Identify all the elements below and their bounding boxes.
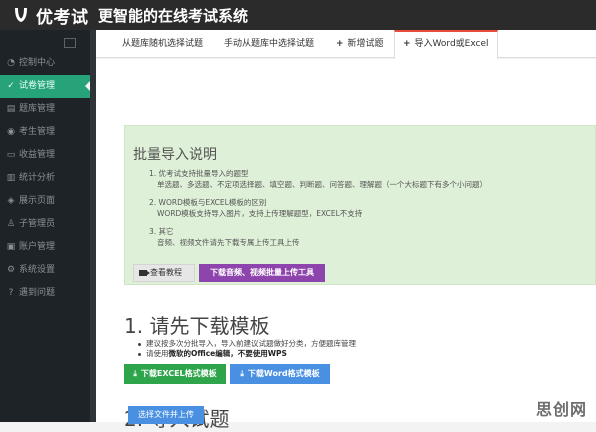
sidebar-item-exam-management[interactable]: ✓ 试卷管理 bbox=[0, 75, 90, 98]
video-camera-icon bbox=[139, 270, 150, 276]
tab-label: 导入Word或Excel bbox=[414, 39, 489, 49]
logo-icon bbox=[15, 8, 27, 22]
notice-line: 音频、视频文件请先下载专属上传工具上传 bbox=[157, 238, 300, 247]
tab-random-from-bank[interactable]: 从题库随机选择试题 bbox=[122, 30, 203, 58]
choose-file-upload-button[interactable]: 选择文件并上传 bbox=[128, 406, 204, 424]
sidebar-item-earnings[interactable]: ▭ 收益管理 bbox=[0, 144, 90, 167]
chart-icon: ▥ bbox=[6, 173, 16, 183]
sidebar-item-control-center[interactable]: ◔ 控制中心 bbox=[0, 52, 90, 75]
slogan: 更智能的在线考试系统 bbox=[98, 7, 249, 25]
tab-bar: 从题库随机选择试题 手动从题库中选择试题 + 新增试题 + 导入Word或Excel bbox=[96, 30, 596, 59]
sidebar-item-label: 题库管理 bbox=[19, 104, 56, 114]
button-label: 查看教程 bbox=[150, 268, 182, 277]
plus-icon: + bbox=[403, 39, 411, 49]
sidebar-item-display-pages[interactable]: ◈ 展示页面 bbox=[0, 190, 90, 213]
step1-title: 1. 请先下载模板 bbox=[124, 314, 270, 338]
tab-add-question[interactable]: + 新增试题 bbox=[336, 30, 384, 58]
gear-icon: ⚙ bbox=[6, 265, 16, 275]
sidebar-item-label: 考生管理 bbox=[19, 127, 56, 137]
import-notice-box: 批量导入说明 1. 优考试支持批量导入的题型 单选题、多选题、不定项选择题、填空… bbox=[124, 125, 596, 285]
main-panel: 从题库随机选择试题 手动从题库中选择试题 + 新增试题 + 导入Word或Excel… bbox=[96, 30, 596, 431]
sidebar: ◔ 控制中心 ✓ 试卷管理 ▤ 题库管理 ◉ 考生管理 ▭ 收益管理 ▥ 统计分析 ◈ 展示页… bbox=[0, 30, 90, 422]
content-area: 批量导入说明 1. 优考试支持批量导入的题型 单选题、多选题、不定项选择题、填空… bbox=[96, 59, 596, 431]
sidebar-item-settings[interactable]: ⚙ 系统设置 bbox=[0, 259, 90, 282]
page-icon: ◈ bbox=[7, 196, 15, 206]
logo-text: 优考试 bbox=[36, 8, 89, 28]
money-icon: ▭ bbox=[6, 150, 16, 160]
top-bar: 优考试 更智能的在线考试系统 bbox=[0, 0, 596, 30]
tab-import-word-excel[interactable]: + 导入Word或Excel bbox=[394, 30, 498, 59]
sidebar-item-label: 子管理员 bbox=[19, 219, 56, 229]
download-upload-tool-button[interactable]: 下载音频、视频批量上传工具 bbox=[199, 264, 325, 282]
sidebar-toolbar bbox=[0, 30, 90, 52]
bullet-item: 请使用微软的Office编辑，不要使用WPS bbox=[138, 349, 356, 359]
tab-label: 新增试题 bbox=[347, 39, 384, 49]
sidebar-item-label: 账户管理 bbox=[19, 242, 56, 252]
sidebar-item-label: 统计分析 bbox=[19, 173, 56, 183]
dashboard-icon: ◔ bbox=[7, 58, 15, 68]
step1-bullets: 建议按多次分批导入，导入前建议试题做好分类，方便题库管理 请使用微软的Offic… bbox=[138, 339, 356, 359]
notice-lines: 1. 优考试支持批量导入的题型 单选题、多选题、不定项选择题、填空题、判断题、问… bbox=[149, 168, 487, 248]
sidebar-item-label: 试卷管理 bbox=[19, 81, 56, 91]
download-word-template-button[interactable]: ⤓ 下载Word格式模板 bbox=[230, 364, 330, 384]
notice-title: 批量导入说明 bbox=[133, 147, 217, 163]
tab-manual-from-bank[interactable]: 手动从题库中选择试题 bbox=[224, 30, 314, 58]
sidebar-item-account[interactable]: ▣ 账户管理 bbox=[0, 236, 90, 259]
sidebar-item-label: 收益管理 bbox=[19, 150, 56, 160]
download-excel-template-button[interactable]: ⤓ 下载EXCEL格式模板 bbox=[124, 364, 226, 384]
bullet-dot-icon bbox=[138, 352, 141, 356]
view-tutorial-button[interactable]: 查看教程 bbox=[133, 264, 195, 282]
download-icon: ⤓ bbox=[240, 369, 244, 378]
bullet-dot-icon bbox=[138, 342, 141, 346]
sidebar-item-label: 遇到问题 bbox=[19, 288, 56, 298]
sidebar-item-candidates[interactable]: ◉ 考生管理 bbox=[0, 121, 90, 144]
book-icon: ▤ bbox=[6, 104, 16, 114]
button-label: 下载EXCEL格式模板 bbox=[140, 369, 217, 378]
collapse-menu-icon[interactable] bbox=[64, 38, 76, 48]
sidebar-item-sub-admins[interactable]: ♙ 子管理员 bbox=[0, 213, 90, 236]
sidebar-item-statistics[interactable]: ▥ 统计分析 bbox=[0, 167, 90, 190]
sidebar-item-label: 控制中心 bbox=[19, 58, 56, 68]
check-icon: ✓ bbox=[7, 81, 15, 91]
bullet-item: 建议按多次分批导入，导入前建议试题做好分类，方便题库管理 bbox=[138, 339, 356, 349]
sub-admin-icon: ♙ bbox=[6, 219, 16, 229]
notice-line: 单选题、多选题、不定项选择题、填空题、判断题、问答题、理解题（一个大标题下有多个… bbox=[157, 180, 487, 189]
sidebar-item-label: 系统设置 bbox=[19, 265, 56, 275]
user-icon: ◉ bbox=[7, 127, 15, 137]
question-icon: ? bbox=[8, 288, 14, 298]
download-icon: ⤓ bbox=[133, 369, 137, 378]
sidebar-item-help[interactable]: ? 遇到问题 bbox=[0, 282, 90, 305]
button-label: 下载Word格式模板 bbox=[247, 369, 320, 378]
notice-line: WORD模板支持导入图片，支持上传理解题型，EXCEL不支持 bbox=[157, 209, 363, 218]
notice-line: 3. 其它 bbox=[149, 227, 174, 236]
plus-icon: + bbox=[336, 39, 344, 49]
sidebar-item-label: 展示页面 bbox=[19, 196, 56, 206]
watermark: 思创网 bbox=[536, 400, 588, 419]
notice-line: 1. 优考试支持批量导入的题型 bbox=[149, 169, 249, 178]
notice-line: 2. WORD模板与EXCEL模板的区别 bbox=[149, 198, 267, 207]
account-icon: ▣ bbox=[6, 242, 16, 252]
sidebar-item-question-bank[interactable]: ▤ 题库管理 bbox=[0, 98, 90, 121]
